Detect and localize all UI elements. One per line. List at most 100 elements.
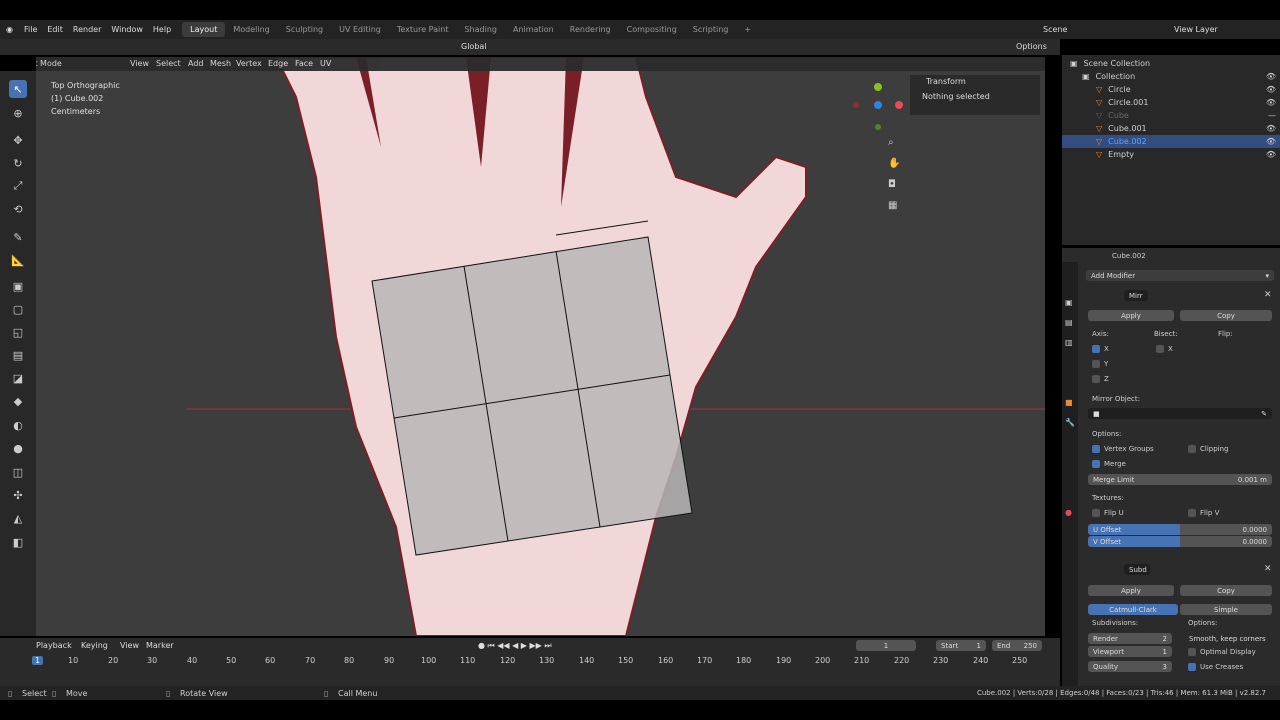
bisect-x-checkbox[interactable]: [1156, 345, 1164, 353]
outliner-item[interactable]: ▽ Circle 👁: [1062, 83, 1280, 96]
select-menu[interactable]: Select: [156, 59, 181, 68]
play-controls[interactable]: ● ⏮ ◀◀ ◀ ▶ ▶▶ ⏭: [478, 641, 552, 651]
eye-icon[interactable]: 👁: [1266, 98, 1276, 107]
face-menu[interactable]: Face: [295, 59, 313, 68]
tab-shading[interactable]: Shading: [456, 22, 505, 37]
mirror-modifier-name[interactable]: Mirr: [1124, 290, 1148, 301]
mesh-menu[interactable]: Mesh: [210, 59, 231, 68]
transform-icon[interactable]: ⟲: [9, 200, 27, 218]
eye-icon[interactable]: 👁: [1266, 124, 1276, 133]
viewport-levels-field[interactable]: Viewport 1: [1088, 646, 1172, 657]
merge-limit-field[interactable]: Merge Limit 0.001 m: [1088, 474, 1272, 485]
menu-window[interactable]: Window: [106, 25, 148, 34]
outliner-item[interactable]: ▽ Circle.001 👁: [1062, 96, 1280, 109]
shear-icon[interactable]: ◭: [9, 509, 27, 527]
optimal-display-checkbox[interactable]: [1188, 648, 1196, 656]
tool-tab-icon[interactable]: ▣: [1065, 298, 1073, 307]
axis-x-checkbox[interactable]: [1092, 345, 1100, 353]
camera-icon[interactable]: ◘: [888, 179, 904, 200]
playhead[interactable]: 1: [32, 656, 44, 665]
use-creases-checkbox[interactable]: [1188, 663, 1196, 671]
vertex-menu[interactable]: Vertex: [236, 59, 262, 68]
grid-view-icon[interactable]: ▦: [888, 200, 904, 221]
pan-icon[interactable]: ✋: [888, 158, 904, 179]
menu-file[interactable]: File: [19, 25, 42, 34]
close-icon[interactable]: ✕: [1264, 290, 1272, 300]
menu-render[interactable]: Render: [68, 25, 106, 34]
tab-modeling[interactable]: Modeling: [225, 22, 277, 37]
smooth-icon[interactable]: ●: [9, 439, 27, 457]
menu-edit[interactable]: Edit: [42, 25, 68, 34]
mirror-copy-button[interactable]: Copy: [1180, 310, 1272, 321]
tab-texture-paint[interactable]: Texture Paint: [389, 22, 457, 37]
marker-menu[interactable]: Marker: [146, 641, 174, 650]
tab-animation[interactable]: Animation: [505, 22, 562, 37]
object-tab-icon[interactable]: ■: [1065, 398, 1073, 407]
menu-help[interactable]: Help: [148, 25, 176, 34]
render-levels-field[interactable]: Render 2: [1088, 633, 1172, 644]
playback-menu[interactable]: Playback: [36, 641, 72, 650]
outliner-item[interactable]: ▽ Cube —: [1062, 109, 1280, 122]
flip-u-checkbox[interactable]: [1092, 509, 1100, 517]
view-menu[interactable]: View: [130, 59, 149, 68]
current-frame-field[interactable]: 1: [856, 640, 916, 651]
eye-closed-icon[interactable]: —: [1268, 111, 1276, 120]
outliner-scene-collection[interactable]: ▣ Scene Collection: [1062, 57, 1280, 70]
eye-icon[interactable]: 👁: [1266, 150, 1276, 159]
frame-ruler[interactable]: 1 10 20 30 40 50 60 70 80 90 100 110 120…: [18, 656, 1058, 666]
outliner-item-active[interactable]: ▽ Cube.002 👁: [1062, 135, 1280, 148]
3d-viewport[interactable]: Edit Mode View Select Add Mesh Vertex Ed…: [36, 57, 1045, 636]
eye-icon[interactable]: 👁: [1266, 137, 1276, 146]
add-menu[interactable]: Add: [188, 59, 204, 68]
shrink-icon[interactable]: ✣: [9, 486, 27, 504]
vertex-groups-checkbox[interactable]: [1092, 445, 1100, 453]
inset-icon[interactable]: ▢: [9, 300, 27, 318]
scale-icon[interactable]: ⤢: [9, 177, 27, 195]
tab-layout[interactable]: Layout: [182, 22, 226, 37]
eyedropper-icon[interactable]: ✎: [1261, 410, 1267, 418]
material-tab-icon[interactable]: ●: [1065, 508, 1072, 517]
outliner-item[interactable]: ▽ Empty 👁: [1062, 148, 1280, 161]
catmull-clark-button[interactable]: Catmull-Clark: [1088, 604, 1178, 615]
mirror-apply-button[interactable]: Apply: [1088, 310, 1174, 321]
edge-slide-icon[interactable]: ◫: [9, 463, 27, 481]
axis-z-checkbox[interactable]: [1092, 375, 1100, 383]
loop-cut-icon[interactable]: ▤: [9, 346, 27, 364]
scene-selector[interactable]: Scene: [1043, 25, 1067, 34]
spin-icon[interactable]: ◐: [9, 416, 27, 434]
start-frame-field[interactable]: Start 1: [936, 640, 986, 651]
rotate-icon[interactable]: ↻: [9, 154, 27, 172]
v-offset-field[interactable]: V Offset 0.0000: [1088, 536, 1272, 547]
tab-uv-editing[interactable]: UV Editing: [331, 22, 389, 37]
knife-icon[interactable]: ◪: [9, 369, 27, 387]
rip-icon[interactable]: ◧: [9, 533, 27, 551]
tab-compositing[interactable]: Compositing: [619, 22, 685, 37]
subsurf-modifier-name[interactable]: Subd: [1124, 564, 1150, 575]
select-box-icon[interactable]: ↖: [9, 80, 27, 98]
extrude-icon[interactable]: ▣: [9, 277, 27, 295]
modifier-tab-icon[interactable]: 🔧: [1065, 418, 1075, 427]
u-offset-field[interactable]: U Offset 0.0000: [1088, 524, 1272, 535]
blender-logo-icon[interactable]: ◉: [0, 25, 19, 34]
annotate-icon[interactable]: ✎: [9, 228, 27, 246]
edge-menu[interactable]: Edge: [268, 59, 288, 68]
tab-rendering[interactable]: Rendering: [562, 22, 619, 37]
merge-checkbox[interactable]: [1092, 460, 1100, 468]
outliner-collection[interactable]: ▣ Collection 👁: [1062, 70, 1280, 83]
close-icon[interactable]: ✕: [1264, 564, 1272, 574]
subsurf-copy-button[interactable]: Copy: [1180, 585, 1272, 596]
options-dropdown[interactable]: Options: [1016, 42, 1047, 51]
move-icon[interactable]: ✥: [9, 131, 27, 149]
zoom-icon[interactable]: ⌕: [888, 137, 904, 158]
poly-build-icon[interactable]: ◆: [9, 392, 27, 410]
uv-menu[interactable]: UV: [320, 59, 331, 68]
bevel-icon[interactable]: ◱: [9, 323, 27, 341]
uv-smooth-dropdown[interactable]: Smooth, keep corners: [1184, 633, 1276, 644]
flip-v-checkbox[interactable]: [1188, 509, 1196, 517]
outliner-item[interactable]: ▽ Cube.001 👁: [1062, 122, 1280, 135]
tab-scripting[interactable]: Scripting: [685, 22, 737, 37]
end-frame-field[interactable]: End 250: [992, 640, 1042, 651]
eye-icon[interactable]: 👁: [1266, 72, 1276, 81]
cursor-icon[interactable]: ⊕: [9, 104, 27, 122]
eye-icon[interactable]: 👁: [1266, 85, 1276, 94]
